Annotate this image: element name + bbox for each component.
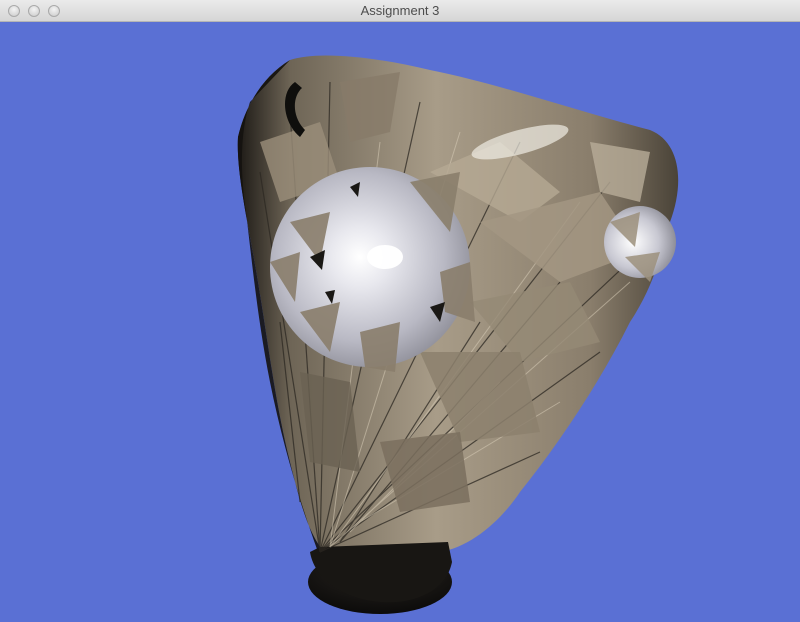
window-title: Assignment 3	[360, 3, 440, 18]
opengl-viewport[interactable]	[0, 22, 800, 622]
rendered-scene	[237, 55, 679, 614]
app-window: Assignment 3	[0, 0, 800, 622]
title-bar[interactable]: Assignment 3	[0, 0, 800, 22]
